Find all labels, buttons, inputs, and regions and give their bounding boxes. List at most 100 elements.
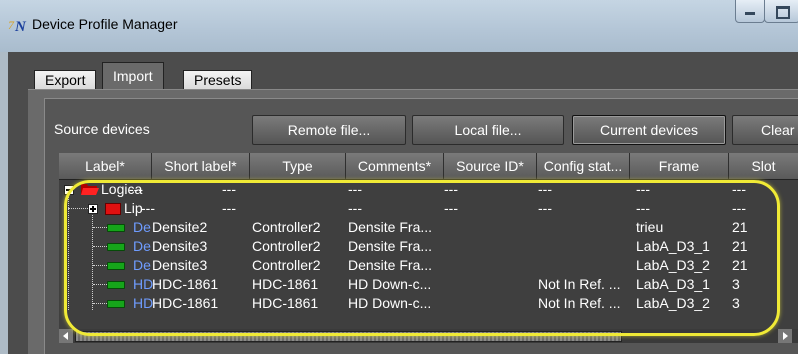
cell-comments: HD Down-c... — [348, 276, 432, 292]
folder-icon — [105, 203, 121, 215]
window-title: Device Profile Manager — [32, 16, 178, 32]
maximize-button[interactable] — [764, 0, 798, 23]
device-profile-manager-window: 7 N Device Profile Manager Export Import… — [0, 0, 798, 354]
cell-slot: --- — [732, 200, 746, 216]
column-header-source-id[interactable]: Source ID* — [444, 153, 537, 179]
cell-label[interactable]: De — [133, 237, 153, 256]
tab-export[interactable]: Export — [34, 70, 97, 90]
cell-frame: trieu — [636, 219, 664, 235]
cell-short-label: Densite3 — [152, 238, 208, 254]
cell-type: Controller2 — [252, 219, 321, 235]
cell-type: --- — [222, 181, 236, 197]
column-header-config-status[interactable]: Config stat... — [537, 153, 630, 179]
cell-source-id — [444, 218, 534, 237]
source-devices-label: Source devices — [54, 121, 150, 137]
column-header-slot[interactable]: Slot — [729, 153, 798, 179]
cell-config-status: --- — [538, 200, 552, 216]
tree-line — [93, 284, 107, 285]
tab-presets[interactable]: Presets — [183, 70, 253, 90]
cell-slot: 3 — [732, 295, 740, 311]
svg-text:7: 7 — [8, 18, 15, 32]
cell-frame: LabA_D3_2 — [636, 257, 710, 273]
cell-type: HDC-1861 — [252, 276, 319, 292]
tree-line — [93, 246, 107, 247]
cell-comments: HD Down-c... — [348, 295, 432, 311]
cell-slot: 3 — [732, 276, 740, 292]
cell-short-label: HDC-1861 — [152, 295, 219, 311]
scroll-right-arrow-icon[interactable] — [778, 329, 792, 343]
cell-comments: --- — [348, 181, 362, 197]
scroll-left-arrow-icon[interactable] — [59, 329, 73, 343]
table-row[interactable]: De Densite3 Controller2 Densite Fra... L… — [59, 256, 798, 275]
cell-source-id: --- — [444, 200, 458, 216]
table-row[interactable]: HD HDC-1861 HDC-1861 HD Down-c... Not In… — [59, 275, 798, 294]
cell-type: Controller2 — [252, 257, 321, 273]
remote-file-button[interactable]: Remote file... — [252, 115, 406, 145]
cell-label[interactable]: De — [133, 256, 153, 275]
cell-config-status: --- — [538, 181, 552, 197]
table-body: Logica --- --- --- --- --- --- --- Lip -… — [59, 180, 798, 327]
column-header-comments[interactable]: Comments* — [346, 153, 444, 179]
scrollbar-thumb[interactable] — [75, 331, 622, 342]
cell-frame: --- — [636, 200, 650, 216]
cell-label[interactable]: HD — [133, 294, 153, 313]
cell-comments: Densite Fra... — [348, 219, 433, 235]
table-row[interactable]: De Densite2 Controller2 Densite Fra... t… — [59, 218, 798, 237]
cell-config-status: Not In Ref. ... — [538, 295, 621, 311]
cell-type: --- — [222, 200, 236, 216]
tree-line — [93, 303, 107, 304]
cell-slot: 21 — [732, 257, 748, 273]
cell-source-id — [444, 256, 534, 275]
device-icon — [107, 300, 125, 308]
cell-config-status — [538, 256, 628, 275]
cell-slot: --- — [732, 181, 746, 197]
column-header-type[interactable]: Type — [250, 153, 346, 179]
column-header-short-label[interactable]: Short label* — [152, 153, 250, 179]
table-row[interactable]: Logica --- --- --- --- --- --- --- — [59, 180, 798, 199]
tree-line — [93, 265, 107, 266]
cell-comments: Densite Fra... — [348, 238, 433, 254]
column-header-label[interactable]: Label* — [59, 153, 152, 179]
device-icon — [107, 224, 125, 232]
cell-frame: --- — [636, 181, 650, 197]
cell-slot: 21 — [732, 238, 748, 254]
device-icon — [107, 243, 125, 251]
table-row[interactable]: Lip --- --- --- --- --- --- --- — [59, 199, 798, 218]
cell-short-label: Densite2 — [152, 219, 208, 235]
cell-frame: LabA_D3_2 — [636, 295, 710, 311]
cell-type: Controller2 — [252, 238, 321, 254]
clear-button[interactable]: Clear — [732, 115, 798, 145]
svg-text:N: N — [14, 19, 27, 33]
cell-short-label: HDC-1861 — [152, 276, 219, 292]
cell-type: HDC-1861 — [252, 295, 319, 311]
cell-source-id — [444, 294, 534, 313]
tab-strip: Export Import Presets — [8, 58, 798, 91]
N-logo-icon: 7 N — [8, 18, 27, 33]
title-bar: 7 N Device Profile Manager — [0, 0, 798, 52]
cell-label[interactable]: De — [133, 218, 153, 237]
device-icon — [107, 262, 125, 270]
cell-config-status: Not In Ref. ... — [538, 276, 621, 292]
open-folder-icon — [81, 184, 99, 195]
local-file-button[interactable]: Local file... — [412, 115, 564, 145]
tab-import[interactable]: Import — [102, 62, 164, 91]
cell-slot: 21 — [732, 219, 748, 235]
cell-short-label: --- — [141, 200, 155, 216]
collapse-toggle-icon[interactable] — [64, 185, 74, 195]
minimize-button[interactable] — [735, 0, 765, 23]
table-header: Label* Short label* Type Comments* Sourc… — [59, 153, 798, 180]
cell-source-id: --- — [444, 181, 458, 197]
expand-toggle-icon[interactable] — [88, 204, 98, 214]
cell-frame: LabA_D3_1 — [636, 276, 710, 292]
cell-label[interactable]: HD — [133, 275, 153, 294]
cell-short-label: --- — [129, 181, 143, 197]
column-header-frame[interactable]: Frame — [630, 153, 729, 179]
current-devices-button[interactable]: Current devices — [572, 115, 726, 145]
table-row[interactable]: De Densite3 Controller2 Densite Fra... L… — [59, 237, 798, 256]
horizontal-scrollbar[interactable] — [59, 329, 798, 343]
device-icon — [107, 281, 125, 289]
tree-line — [93, 227, 107, 228]
table-row[interactable]: HD HDC-1861 HDC-1861 HD Down-c... Not In… — [59, 294, 798, 313]
cell-short-label: Densite3 — [152, 257, 208, 273]
cell-comments: Densite Fra... — [348, 257, 433, 273]
